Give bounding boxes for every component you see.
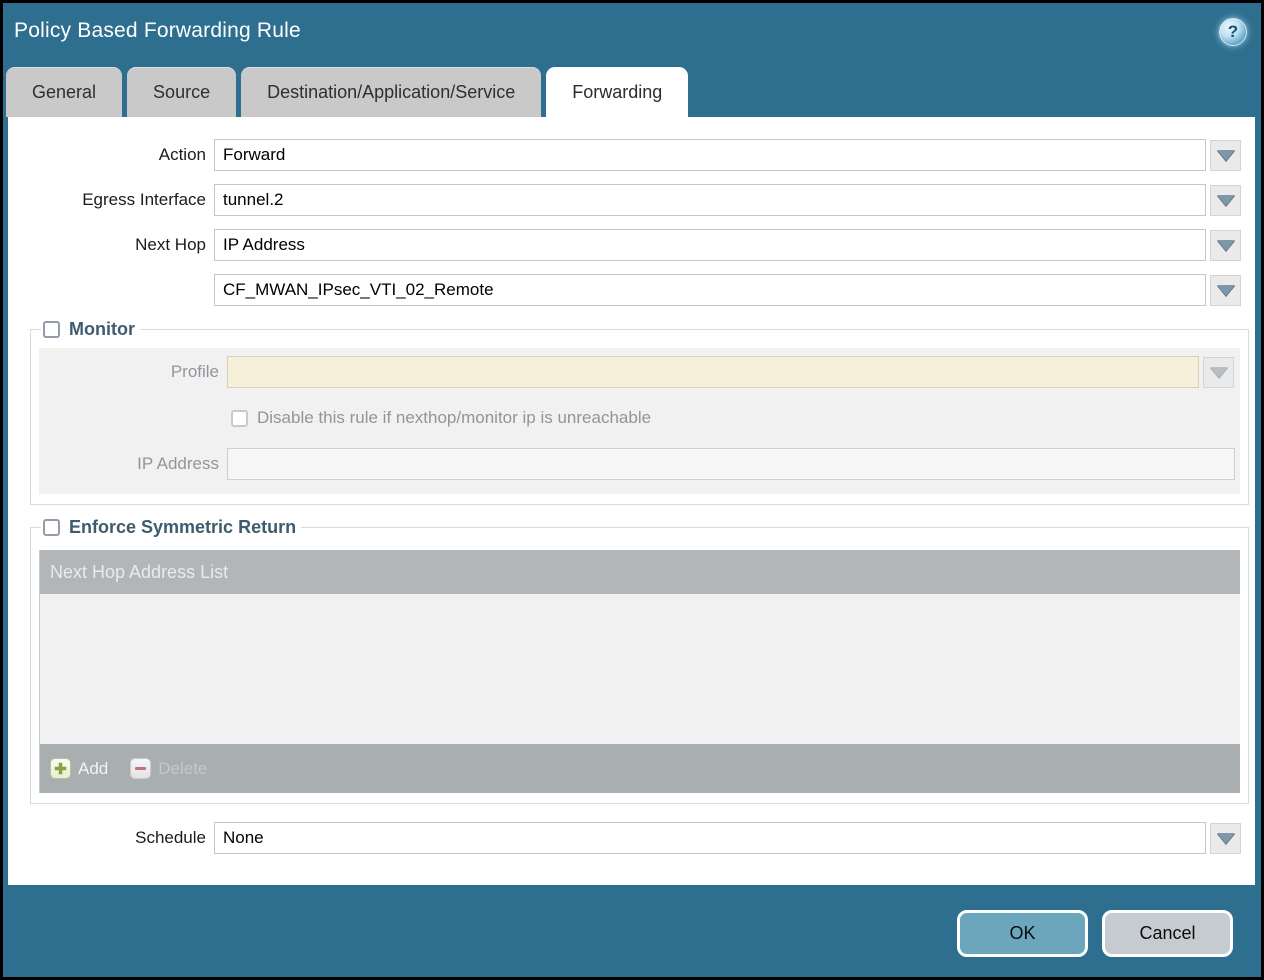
plus-icon: ✚ <box>50 758 71 779</box>
delete-button-label: Delete <box>158 759 207 779</box>
schedule-input[interactable] <box>214 822 1206 854</box>
chevron-down-icon <box>1217 833 1235 844</box>
disable-rule-label: Disable this rule if nexthop/monitor ip … <box>257 408 651 428</box>
disable-rule-checkbox[interactable] <box>231 410 248 427</box>
next-hop-row: Next Hop <box>8 229 1255 261</box>
egress-interface-row: Egress Interface <box>8 184 1255 216</box>
monitor-ip-label: IP Address <box>39 454 219 474</box>
symmetric-return-checkbox[interactable] <box>43 519 60 536</box>
profile-dropdown-button[interactable] <box>1203 357 1234 388</box>
schedule-row: Schedule <box>8 822 1255 854</box>
next-hop-address-list-body[interactable] <box>40 594 1240 744</box>
profile-label: Profile <box>39 362 219 382</box>
next-hop-address-input[interactable] <box>214 274 1206 306</box>
tab-bar: General Source Destination/Application/S… <box>6 63 688 117</box>
dialog-title: Policy Based Forwarding Rule <box>14 19 301 43</box>
minus-icon <box>130 758 151 779</box>
chevron-down-icon <box>1210 367 1228 378</box>
monitor-ip-row: IP Address <box>39 448 1240 480</box>
chevron-down-icon <box>1217 150 1235 161</box>
next-hop-address-dropdown-button[interactable] <box>1210 275 1241 306</box>
dialog-titlebar: Policy Based Forwarding Rule ? <box>3 3 1261 63</box>
chevron-down-icon <box>1217 195 1235 206</box>
next-hop-address-list-table: Next Hop Address List ✚ Add Delete <box>39 550 1240 793</box>
ok-button[interactable]: OK <box>957 910 1088 957</box>
action-row: Action <box>8 139 1255 171</box>
action-input[interactable] <box>214 139 1206 171</box>
add-button-label: Add <box>78 759 108 779</box>
schedule-label: Schedule <box>8 828 206 848</box>
monitor-checkbox[interactable] <box>43 321 60 338</box>
monitor-panel: Profile Disable this rule if nexthop/mon… <box>39 348 1240 494</box>
egress-interface-dropdown-button[interactable] <box>1210 185 1241 216</box>
tab-general[interactable]: General <box>6 67 122 117</box>
profile-row: Profile <box>39 356 1240 388</box>
next-hop-address-list-header: Next Hop Address List <box>40 550 1240 594</box>
schedule-dropdown-button[interactable] <box>1210 823 1241 854</box>
symmetric-return-legend: Enforce Symmetric Return <box>41 517 301 538</box>
symmetric-return-section: Enforce Symmetric Return Next Hop Addres… <box>30 517 1249 804</box>
tab-forwarding[interactable]: Forwarding <box>546 67 688 117</box>
add-button[interactable]: ✚ Add <box>50 758 108 779</box>
next-hop-address-row <box>8 274 1255 306</box>
symmetric-return-section-title: Enforce Symmetric Return <box>69 517 296 538</box>
pbf-rule-dialog: Policy Based Forwarding Rule ? General S… <box>3 3 1261 977</box>
disable-rule-row: Disable this rule if nexthop/monitor ip … <box>39 402 1240 434</box>
next-hop-address-list-toolbar: ✚ Add Delete <box>40 744 1240 793</box>
chevron-down-icon <box>1217 240 1235 251</box>
next-hop-dropdown-button[interactable] <box>1210 230 1241 261</box>
profile-input[interactable] <box>227 356 1199 388</box>
help-icon[interactable]: ? <box>1219 18 1247 46</box>
chevron-down-icon <box>1217 285 1235 296</box>
dialog-footer: OK Cancel <box>6 885 1258 974</box>
tab-destination-application-service[interactable]: Destination/Application/Service <box>241 67 541 117</box>
tab-source[interactable]: Source <box>127 67 236 117</box>
action-label: Action <box>8 145 206 165</box>
next-hop-label: Next Hop <box>8 235 206 255</box>
action-dropdown-button[interactable] <box>1210 140 1241 171</box>
egress-interface-input[interactable] <box>214 184 1206 216</box>
monitor-section: Monitor Profile Disable this rule if nex… <box>30 319 1249 505</box>
delete-button[interactable]: Delete <box>130 758 207 779</box>
monitor-section-title: Monitor <box>69 319 135 340</box>
monitor-legend: Monitor <box>41 319 140 340</box>
egress-interface-label: Egress Interface <box>8 190 206 210</box>
next-hop-type-input[interactable] <box>214 229 1206 261</box>
forwarding-tab-content: Action Egress Interface Next Hop <box>8 117 1255 888</box>
cancel-button[interactable]: Cancel <box>1102 910 1233 957</box>
monitor-ip-input[interactable] <box>227 448 1235 480</box>
